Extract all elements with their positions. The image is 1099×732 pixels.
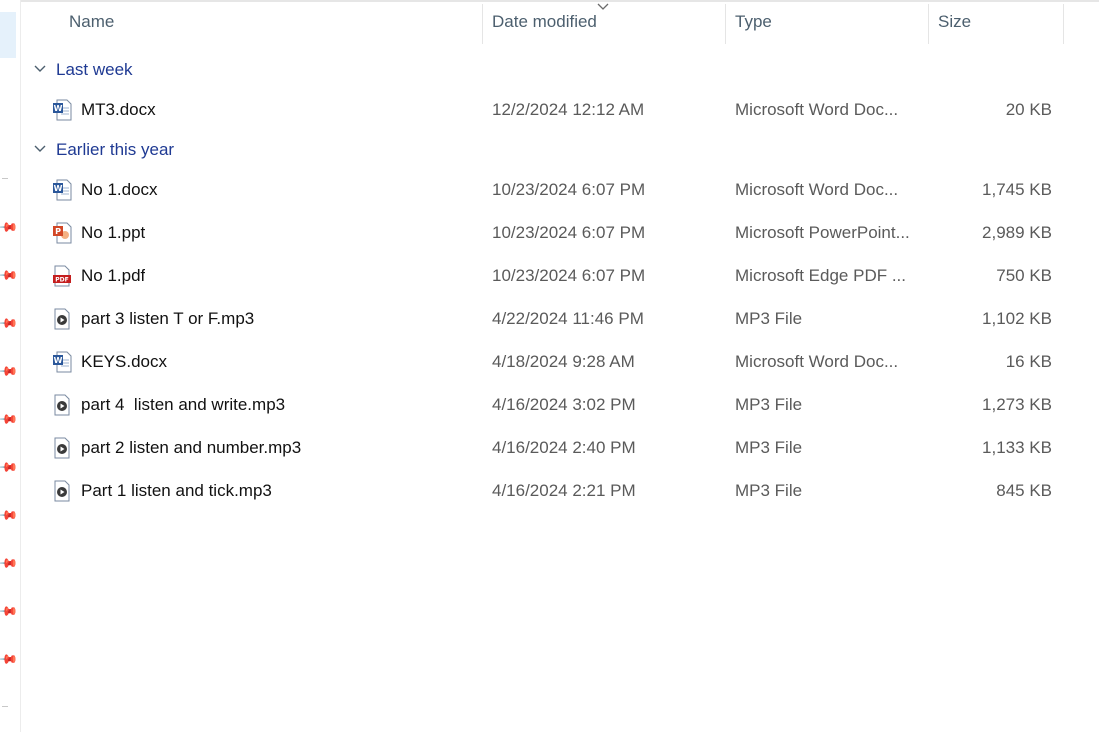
file-size: 1,745 KB [982,180,1052,199]
pin-icon[interactable]: 📌 [0,648,19,670]
file-name: part 4 listen and write.mp3 [81,395,286,414]
svg-text:W: W [54,184,63,193]
file-name: part 3 listen T or F.mp3 [81,309,255,328]
group-label: Earlier this year [56,140,175,159]
file-date-modified: 12/2/2024 12:12 AM [492,100,645,119]
file-name: No 1.docx [81,180,158,199]
file-type: Microsoft Word Doc... [735,100,899,119]
nav-selected-item[interactable] [0,12,16,58]
pin-icon[interactable]: 📌 [0,360,19,382]
column-header-bar: Name Date modified Type Size [20,2,1099,44]
chevron-down-icon [34,145,46,152]
group-label: Last week [56,60,133,79]
powerpoint-icon: P [53,222,72,244]
file-size: 845 KB [996,481,1052,500]
file-type: MP3 File [735,309,803,328]
file-type: Microsoft Word Doc... [735,180,899,199]
file-name: KEYS.docx [81,352,167,371]
file-type: Microsoft PowerPoint... [735,223,910,242]
column-divider[interactable] [1063,4,1064,44]
svg-text:PDF: PDF [55,277,68,284]
column-header-date-modified[interactable]: Date modified [492,2,597,42]
file-size: 16 KB [1005,352,1052,371]
group-header-last-week[interactable]: Last week [32,58,133,82]
file-row[interactable]: W No 1.docx 10/23/2024 6:07 PM Microsoft… [20,170,1099,210]
navigation-pane-edge: 📌 📌 📌 📌 📌 📌 📌 📌 📌 📌 [0,0,21,732]
file-size: 2,989 KB [982,223,1052,242]
file-name: part 2 listen and number.mp3 [81,438,302,457]
file-type: Microsoft Edge PDF ... [735,266,906,285]
file-type: Microsoft Word Doc... [735,352,899,371]
file-row[interactable]: Part 1 listen and tick.mp3 4/16/2024 2:2… [20,471,1099,511]
audio-icon [54,394,70,416]
sort-descending-icon [597,3,609,10]
pin-icon[interactable]: 📌 [0,216,19,238]
pin-icon[interactable]: 📌 [0,456,19,478]
file-size: 20 KB [1005,100,1052,119]
nav-divider [2,178,8,179]
pin-icon[interactable]: 📌 [0,552,19,574]
file-size: 1,102 KB [982,309,1052,328]
file-date-modified: 4/16/2024 2:21 PM [492,481,636,500]
file-row[interactable]: part 3 listen T or F.mp3 4/22/2024 11:46… [20,299,1099,339]
file-date-modified: 4/22/2024 11:46 PM [492,309,644,328]
file-name: No 1.pdf [81,266,146,285]
file-row[interactable]: W MT3.docx 12/2/2024 12:12 AM Microsoft … [20,90,1099,130]
pin-icon[interactable]: 📌 [0,600,19,622]
column-divider[interactable] [482,4,483,44]
file-date-modified: 10/23/2024 6:07 PM [492,223,646,242]
file-size: 1,273 KB [982,395,1052,414]
file-row[interactable]: P No 1.ppt 10/23/2024 6:07 PM Microsoft … [20,213,1099,253]
file-date-modified: 4/18/2024 9:28 AM [492,352,635,371]
file-type: MP3 File [735,395,803,414]
file-date-modified: 4/16/2024 3:02 PM [492,395,636,414]
file-row[interactable]: part 4 listen and write.mp3 4/16/2024 3:… [20,385,1099,425]
audio-icon [54,480,70,502]
file-row[interactable]: PDF No 1.pdf 10/23/2024 6:07 PM Microsof… [20,256,1099,296]
file-type: MP3 File [735,481,803,500]
nav-divider [2,706,8,707]
file-name: No 1.ppt [81,223,146,242]
audio-icon [54,437,70,459]
file-size: 1,133 KB [982,438,1052,457]
pdf-icon: PDF [53,265,71,287]
file-explorer-view: 📌 📌 📌 📌 📌 📌 📌 📌 📌 📌 Name Date modified T… [0,0,1099,732]
chevron-down-icon [34,65,46,72]
column-divider[interactable] [725,4,726,44]
file-type: MP3 File [735,438,803,457]
pin-icon[interactable]: 📌 [0,504,19,526]
svg-text:W: W [54,104,63,113]
file-name: MT3.docx [81,100,156,119]
svg-text:P: P [55,227,61,236]
column-header-type[interactable]: Type [735,2,772,42]
group-header-earlier-this-year[interactable]: Earlier this year [32,138,174,162]
column-header-size[interactable]: Size [938,2,971,42]
pin-icon[interactable]: 📌 [0,264,19,286]
word-icon: W [53,99,72,121]
file-row[interactable]: W KEYS.docx 4/18/2024 9:28 AM Microsoft … [20,342,1099,382]
file-row[interactable]: part 2 listen and number.mp3 4/16/2024 2… [20,428,1099,468]
file-date-modified: 10/23/2024 6:07 PM [492,266,646,285]
file-date-modified: 4/16/2024 2:40 PM [492,438,636,457]
word-icon: W [53,351,72,373]
pin-icon[interactable]: 📌 [0,312,19,334]
pin-icon[interactable]: 📌 [0,408,19,430]
file-name: Part 1 listen and tick.mp3 [81,481,272,500]
column-header-name[interactable]: Name [69,2,114,42]
column-divider[interactable] [928,4,929,44]
file-size: 750 KB [996,266,1052,285]
svg-text:W: W [54,356,63,365]
file-date-modified: 10/23/2024 6:07 PM [492,180,646,199]
word-icon: W [53,179,72,201]
audio-icon [54,308,70,330]
